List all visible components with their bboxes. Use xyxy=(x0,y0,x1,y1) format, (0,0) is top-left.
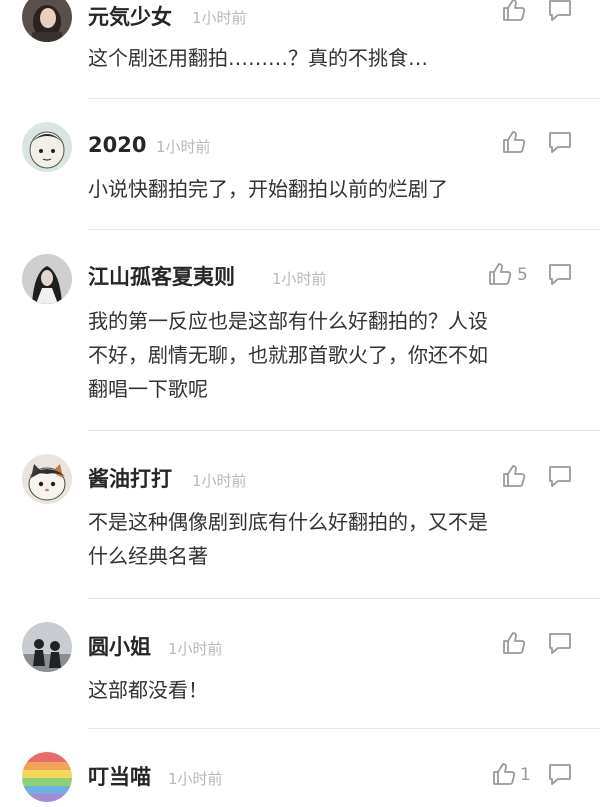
comment-text: 不是这种偶像剧到底有什么好翻拍的，又不是 什么经典名著 xyxy=(88,505,578,573)
divider xyxy=(88,430,600,431)
divider xyxy=(88,98,600,99)
comment-line: 这个剧还用翻拍………？真的不挑食… xyxy=(88,46,428,70)
user-name[interactable]: 酱油打打 xyxy=(88,466,172,492)
comment-bubble-icon[interactable] xyxy=(546,629,574,657)
like-count: 5 xyxy=(517,265,528,285)
comment-list: 元気少女 1小时前 这个剧还用翻拍………？真的不挑食… 2020 1小时前 小说… xyxy=(0,0,600,807)
avatar[interactable] xyxy=(22,254,72,304)
avatar[interactable] xyxy=(22,454,72,504)
user-name[interactable]: 圆小姐 xyxy=(88,634,151,660)
comment-text: 这个剧还用翻拍………？真的不挑食… xyxy=(88,41,578,75)
comment-bubble-icon[interactable] xyxy=(546,0,574,24)
user-name[interactable]: 江山孤客夏夷则 xyxy=(88,264,235,290)
user-name[interactable]: 叮当喵 xyxy=(88,764,151,790)
comment-text: 我的第一反应也是这部有什么好翻拍的？人设 不好，剧情无聊，也就那首歌火了，你还不… xyxy=(88,304,578,406)
comment-bubble-icon[interactable] xyxy=(546,462,574,490)
comment-text: 小说快翻拍完了，开始翻拍以前的烂剧了 xyxy=(88,172,578,206)
thumbs-up-icon[interactable] xyxy=(500,629,528,657)
thumbs-up-icon[interactable] xyxy=(500,462,528,490)
comment-line: 翻唱一下歌呢 xyxy=(88,377,208,401)
thumbs-up-icon[interactable] xyxy=(500,128,528,156)
comment-line: 不是这种偶像剧到底有什么好翻拍的，又不是 xyxy=(88,510,488,534)
avatar[interactable] xyxy=(22,622,72,672)
user-name[interactable]: 2020 xyxy=(88,132,146,158)
divider xyxy=(88,728,600,729)
comment-line: 这部都没看！ xyxy=(88,678,208,702)
comment-bubble-icon[interactable] xyxy=(546,760,574,788)
divider xyxy=(88,229,600,230)
comment-line: 什么经典名著 xyxy=(88,544,208,568)
thumbs-up-icon[interactable] xyxy=(490,760,518,788)
comment-line: 我的第一反应也是这部有什么好翻拍的？人设 xyxy=(88,309,488,333)
timestamp: 1小时前 xyxy=(192,472,247,490)
avatar[interactable] xyxy=(22,0,72,42)
timestamp: 1小时前 xyxy=(168,770,223,788)
timestamp: 1小时前 xyxy=(192,9,247,27)
comment-bubble-icon[interactable] xyxy=(546,128,574,156)
comment-bubble-icon[interactable] xyxy=(546,260,574,288)
comment-text: 这部都没看！ xyxy=(88,673,578,707)
avatar[interactable] xyxy=(22,122,72,172)
user-name[interactable]: 元気少女 xyxy=(88,4,172,30)
thumbs-up-icon[interactable] xyxy=(500,0,528,24)
like-count: 1 xyxy=(520,765,531,785)
comment-line: 不好，剧情无聊，也就那首歌火了，你还不如 xyxy=(88,343,488,367)
comment-line: 小说快翻拍完了，开始翻拍以前的烂剧了 xyxy=(88,177,448,201)
avatar[interactable] xyxy=(22,752,72,802)
timestamp: 1小时前 xyxy=(156,138,211,156)
divider xyxy=(88,598,600,599)
thumbs-up-icon[interactable] xyxy=(486,260,514,288)
timestamp: 1小时前 xyxy=(272,270,327,288)
timestamp: 1小时前 xyxy=(168,640,223,658)
